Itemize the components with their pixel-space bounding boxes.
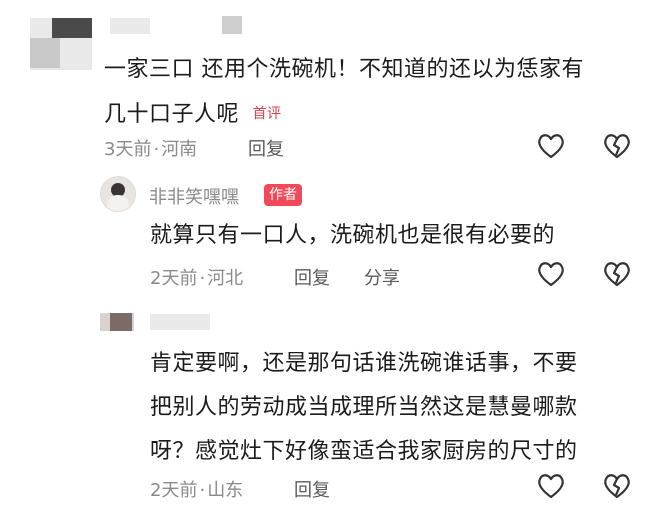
reply-button[interactable]: 回复 [248, 135, 284, 161]
dislike-button[interactable] [602, 471, 632, 501]
like-button[interactable] [536, 131, 566, 161]
comment-text-line: 把别人的劳动成当成理所当然这是慧曼哪款 [150, 395, 578, 420]
comment-text: 肯定要啊，还是那句话谁洗碗谁话事，不要 把别人的劳动成当成理所当然这是慧曼哪款 … [150, 342, 650, 474]
reply-button[interactable]: 回复 [294, 264, 330, 290]
blurred-avatar-part [52, 18, 92, 38]
comment-time: 2天前 [150, 480, 198, 501]
heart-outline-icon [538, 474, 564, 499]
heart-outline-icon [538, 262, 564, 287]
comment-text: 就算只有一口人，洗碗机也是很有必要的 [150, 223, 556, 248]
comment-text-line: 一家三口 还用个洗碗机！不知道的还以为恁家有 [104, 57, 584, 82]
like-button[interactable] [536, 471, 566, 501]
broken-heart-icon [604, 474, 630, 499]
blurred-avatar-part [30, 38, 60, 68]
comment-text: 一家三口 还用个洗碗机！不知道的还以为恁家有 几十口子人呢 首评 [104, 48, 654, 137]
heart-outline-icon [538, 134, 564, 159]
comment-meta: 2天前 · 山东 [150, 476, 243, 502]
author-name[interactable]: 非非笑嘿嘿 [149, 183, 239, 209]
author-badge: 作者 [264, 184, 302, 206]
comment-meta: 3天前 · 河南 [104, 135, 197, 161]
comment-location: 河北 [207, 268, 244, 289]
first-comment-badge: 首评 [252, 106, 282, 122]
comment-text-line: 呀？感觉灶下好像蛮适合我家厨房的尺寸的 [150, 439, 578, 464]
dislike-button[interactable] [602, 131, 632, 161]
blurred-avatar-part [110, 313, 132, 331]
comment-location: 山东 [207, 480, 244, 501]
dislike-button[interactable] [602, 259, 632, 289]
comment-location: 河南 [161, 139, 198, 160]
blurred-username [222, 16, 242, 34]
comment-text-line: 肯定要啊，还是那句话谁洗碗谁话事，不要 [150, 351, 578, 376]
author-avatar[interactable] [100, 176, 136, 212]
blurred-username [150, 314, 210, 330]
comment-time: 3天前 [104, 139, 152, 160]
meta-separator: · [153, 139, 160, 160]
broken-heart-icon [604, 134, 630, 159]
comment-meta: 2天前 · 河北 [150, 264, 243, 290]
comment-text-tail: 几十口子人呢 [104, 102, 240, 127]
reply-button[interactable]: 回复 [294, 476, 330, 502]
like-button[interactable] [536, 259, 566, 289]
meta-separator: · [199, 480, 206, 501]
comment-time: 2天前 [150, 268, 198, 289]
meta-separator: · [199, 268, 206, 289]
broken-heart-icon [604, 262, 630, 287]
blurred-username [110, 18, 150, 34]
comment-text-line: 几十口子人呢 首评 [104, 92, 654, 137]
share-button[interactable]: 分享 [364, 264, 400, 290]
